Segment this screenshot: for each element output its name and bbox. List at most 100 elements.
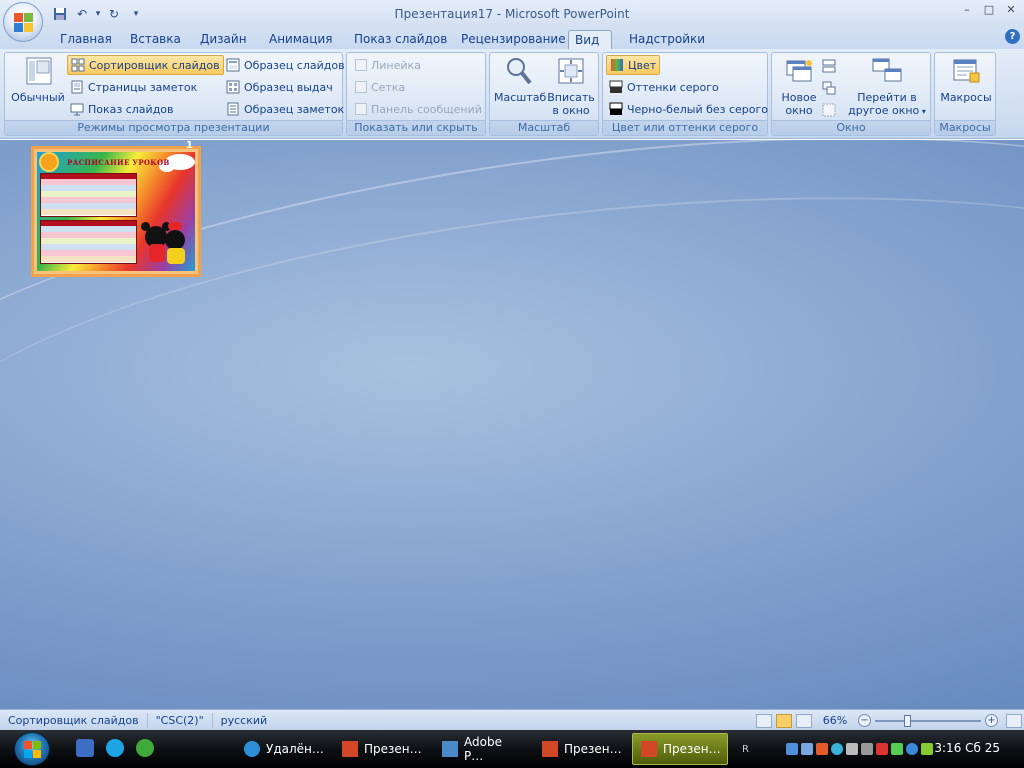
tab-design[interactable]: Дизайн	[194, 30, 253, 50]
group-show-hide: Линейка Сетка Панель сообщений Показать …	[346, 52, 486, 136]
color-icon	[611, 59, 623, 71]
slide-sorter-status-icon[interactable]	[776, 713, 792, 728]
switch-window-button[interactable]: Перейти в другое окно ▾	[846, 55, 928, 118]
tab-insert[interactable]: Вставка	[124, 30, 187, 50]
battery-icon[interactable]	[921, 743, 933, 755]
sync-icon[interactable]	[831, 743, 843, 755]
task-label: R	[742, 743, 749, 755]
grid-checkbox[interactable]: Сетка	[352, 77, 408, 97]
move-split-icon[interactable]	[822, 103, 836, 117]
pure-bw-button[interactable]: Черно-белый без серого	[606, 99, 771, 119]
message-bar-check-box[interactable]	[355, 103, 367, 115]
display-icon[interactable]	[801, 743, 813, 755]
taskbar-item-r[interactable]: R	[734, 733, 764, 765]
tab-slide-show[interactable]: Показ слайдов	[348, 30, 453, 50]
notes-master-button[interactable]: Образец заметок	[223, 99, 347, 119]
taskbar-item-remote[interactable]: Удалён…	[236, 733, 332, 765]
task-label: Adobe P…	[464, 735, 502, 763]
new-window-button[interactable]: Новое окно	[776, 55, 822, 117]
window-controls: – □ ✕	[958, 2, 1020, 16]
zoom-button[interactable]: Масштаб	[494, 55, 546, 104]
normal-view-status-icon[interactable]	[756, 713, 772, 728]
tab-addins[interactable]: Надстройки	[623, 30, 711, 50]
ruler-checkbox[interactable]: Линейка	[352, 55, 424, 75]
office-button[interactable]	[3, 2, 43, 42]
globe-icon[interactable]	[906, 743, 918, 755]
tab-view[interactable]: Вид	[568, 30, 612, 50]
status-language[interactable]: русский	[213, 713, 276, 728]
zoom-percent[interactable]: 66%	[816, 714, 854, 727]
task-label: Презен…	[364, 742, 422, 756]
notes-master-icon	[227, 102, 239, 116]
handout-master-button[interactable]: Образец выдач	[223, 77, 336, 97]
help-icon[interactable]: ?	[1005, 29, 1020, 44]
slide-show-status-icon[interactable]	[796, 713, 812, 728]
slide-show-button[interactable]: Показ слайдов	[67, 99, 177, 119]
ruler-label: Линейка	[371, 58, 421, 72]
zoom-in-button[interactable]: +	[985, 714, 998, 727]
black-white-icon	[609, 102, 623, 115]
new-window-label-1: Новое	[781, 91, 817, 104]
tab-review[interactable]: Рецензирование	[455, 30, 572, 50]
quick-launch	[76, 739, 154, 757]
start-button[interactable]	[14, 732, 50, 766]
taskbar: Удалён… Презен… Adobe P… Презен… Презен……	[0, 730, 1024, 768]
cartoon-ear	[141, 222, 150, 231]
color-label: Цвет	[628, 58, 657, 72]
slide-sorter-icon	[71, 58, 85, 72]
macros-button[interactable]: Макросы	[938, 55, 994, 104]
alert-icon[interactable]	[876, 743, 888, 755]
close-button[interactable]: ✕	[1002, 2, 1020, 16]
floppy-icon[interactable]	[76, 739, 94, 757]
zoom-out-button[interactable]: −	[858, 714, 871, 727]
slide-thumbnail[interactable]: РАСПИСАНИЕ УРОКОВ	[31, 146, 201, 277]
group-zoom: Масштаб Вписать в окно Масштаб	[489, 52, 599, 136]
pure-bw-label: Черно-белый без серого	[627, 102, 769, 116]
slide-sorter-workspace[interactable]: РАСПИСАНИЕ УРОКОВ	[0, 140, 1024, 709]
zoom-slider-thumb[interactable]	[903, 714, 911, 727]
color-button[interactable]: Цвет	[606, 55, 661, 75]
antivirus-icon[interactable]	[816, 743, 828, 755]
group-window: Новое окно Перейти в другое окно ▾ Окно	[771, 52, 931, 136]
slide-master-button[interactable]: Образец слайдов	[223, 55, 348, 75]
message-bar-checkbox[interactable]: Панель сообщений	[352, 99, 485, 119]
tab-home[interactable]: Главная	[54, 30, 118, 50]
macros-label: Макросы	[940, 91, 992, 104]
taskbar-item-adobe[interactable]: Adobe P…	[434, 733, 530, 765]
arrange-all-icon[interactable]	[822, 59, 836, 73]
grayscale-label: Оттенки серого	[627, 80, 719, 94]
minimize-button[interactable]: –	[958, 2, 976, 16]
zoom-slider[interactable]	[875, 714, 981, 727]
slide-sorter-button[interactable]: Сортировщик слайдов	[67, 55, 224, 75]
ie-icon	[244, 741, 260, 757]
group-presentation-views: Обычный Сортировщик слайдов Страницы зам…	[4, 52, 345, 136]
speaker-icon[interactable]	[846, 743, 858, 755]
utorrent-icon[interactable]	[136, 739, 154, 757]
group-label-zoom: Масштаб	[490, 120, 598, 135]
fit-slide-icon[interactable]	[1006, 713, 1022, 728]
tab-animation[interactable]: Анимация	[263, 30, 338, 50]
notes-page-button[interactable]: Страницы заметок	[67, 77, 200, 97]
usb-icon[interactable]	[861, 743, 873, 755]
status-theme[interactable]: "CSC(2)"	[148, 712, 213, 728]
slide-master-label: Образец слайдов	[244, 58, 345, 72]
taskbar-item-presentation-3[interactable]: Презен…	[632, 733, 728, 765]
network-icon[interactable]	[786, 743, 798, 755]
grid-check-box[interactable]	[355, 81, 367, 93]
fit-to-window-button[interactable]: Вписать в окно	[546, 55, 596, 117]
grayscale-icon	[609, 80, 623, 93]
status-bar-right: 66% − +	[756, 712, 1022, 729]
taskbar-item-presentation-1[interactable]: Презен…	[334, 733, 430, 765]
cascade-icon[interactable]	[822, 81, 836, 95]
group-label-color: Цвет или оттенки серого	[603, 120, 767, 135]
normal-view-button[interactable]: Обычный	[9, 55, 67, 104]
grayscale-button[interactable]: Оттенки серого	[606, 77, 722, 97]
clock[interactable]: 3:16 Сб 25	[934, 741, 1000, 755]
tray-app-icon[interactable]	[891, 743, 903, 755]
ruler-check-box[interactable]	[355, 59, 367, 71]
powerpoint-icon	[641, 741, 657, 757]
skype-icon[interactable]	[106, 739, 124, 757]
taskbar-item-presentation-2[interactable]: Презен…	[534, 733, 630, 765]
new-window-label-2: окно	[785, 104, 813, 117]
maximize-button[interactable]: □	[980, 2, 998, 16]
